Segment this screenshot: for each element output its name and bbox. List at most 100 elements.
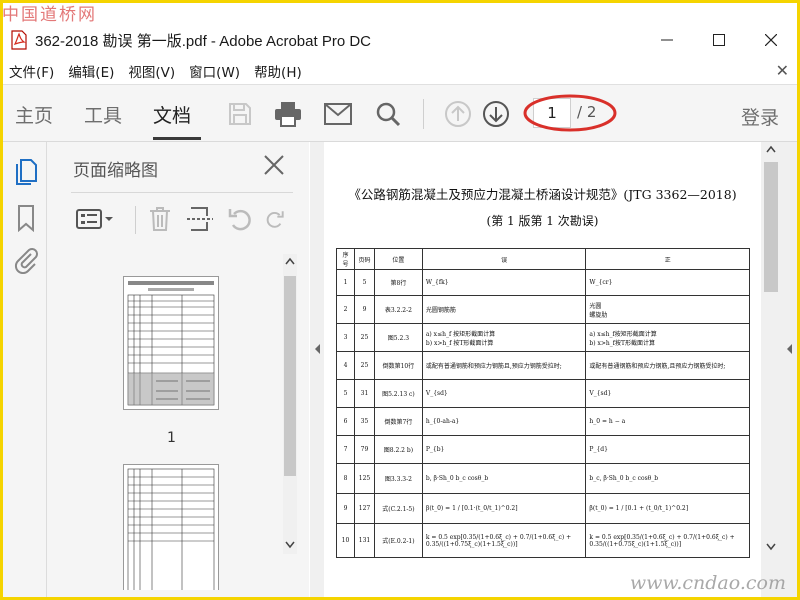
menu-bar: 文件(F) 编辑(E) 视图(V) 窗口(W) 帮助(H) ✕ xyxy=(3,58,797,84)
table-row: 7 79 图8.2.2 b) P_{b} P_{d} xyxy=(336,435,750,464)
row-wrong: b, β·Sh_0 b_c cosθ_b xyxy=(421,463,587,494)
chevron-left-icon xyxy=(787,344,792,354)
rotate-right-button[interactable] xyxy=(265,204,285,234)
row-location: 图5.2.3 xyxy=(373,323,423,352)
tab-tools[interactable]: 工具 xyxy=(84,101,122,128)
close-pane-icon[interactable] xyxy=(261,152,287,178)
row-wrong: k = 0.5 exp[0.35/(1+0.6ξ_c) + 0.7/(1+0.6… xyxy=(421,523,587,558)
thumbnail-options-button[interactable] xyxy=(75,204,115,234)
header-page: 页码 xyxy=(353,248,375,270)
close-window-button[interactable] xyxy=(745,22,797,58)
row-index: 5 xyxy=(336,379,355,408)
row-correct: h_0 = h − a xyxy=(585,407,750,436)
table-header-row: 序号 页码 位置 误 正 xyxy=(336,248,750,270)
row-correct: W_{cr} xyxy=(585,269,750,296)
document-view: 《公路钢筋混凝土及预应力混凝土桥涵设计规范》(JTG 3362—2018) (第… xyxy=(324,142,761,597)
document-subtitle: (第 1 版第 1 次勘误) xyxy=(486,214,599,228)
row-index: 4 xyxy=(336,351,355,380)
menu-edit[interactable]: 编辑(E) xyxy=(62,61,122,81)
maximize-button[interactable] xyxy=(693,22,745,58)
row-location: 第8行 xyxy=(373,269,423,296)
menu-view[interactable]: 视图(V) xyxy=(122,61,183,81)
row-page: 25 xyxy=(353,351,375,380)
save-button[interactable] xyxy=(223,97,257,131)
row-location: 表3.2.2-2 xyxy=(373,295,423,324)
thumbnail-scrollbar[interactable] xyxy=(283,254,297,554)
collapse-right-pane-button[interactable] xyxy=(781,142,797,597)
minimize-button[interactable] xyxy=(641,22,693,58)
row-wrong: P_{b} xyxy=(421,435,587,464)
row-wrong: 光圆钢筋筋 xyxy=(421,295,587,324)
row-page: 5 xyxy=(353,269,375,296)
toolbar-separator xyxy=(423,99,424,129)
row-page: 35 xyxy=(353,407,375,436)
collapse-left-pane-button[interactable] xyxy=(310,142,324,597)
row-page: 25 xyxy=(353,323,375,352)
page-thumbnails-icon[interactable] xyxy=(13,158,39,186)
attachment-icon[interactable] xyxy=(13,246,39,274)
row-location: 倒数第7行 xyxy=(373,407,423,436)
bookmark-icon[interactable] xyxy=(13,204,39,232)
pdf-file-icon xyxy=(11,30,27,50)
print-button[interactable] xyxy=(271,97,305,131)
chevron-left-icon xyxy=(315,344,320,354)
watermark-bottom: www.cndao.com xyxy=(629,572,786,594)
row-index: 9 xyxy=(336,493,355,524)
next-page-button[interactable] xyxy=(479,97,513,131)
menu-window[interactable]: 窗口(W) xyxy=(183,61,248,81)
email-button[interactable] xyxy=(321,97,355,131)
toolbar-separator xyxy=(135,206,136,234)
rotate-left-icon xyxy=(228,209,251,231)
row-wrong: a) x≤h_f 按矩形截面计算 b) x>h_f 按T形截面计算 xyxy=(421,323,587,352)
tab-document[interactable]: 文档 xyxy=(153,101,191,128)
rotate-left-button[interactable] xyxy=(225,204,255,234)
menu-file[interactable]: 文件(F) xyxy=(3,61,62,81)
row-index: 2 xyxy=(336,295,355,324)
delete-pages-button[interactable] xyxy=(145,204,175,234)
row-index: 7 xyxy=(336,435,355,464)
errata-table: 序号 页码 位置 误 正 1 5 第8行 W_{fk} W_{cr} 2 9 表3.2.2-2… xyxy=(336,248,750,558)
menu-help[interactable]: 帮助(H) xyxy=(248,61,310,81)
errata-body: 1 5 第8行 W_{fk} W_{cr} 2 9 表3.2.2-2 光圆钢筋筋 光圆 螺旋肋 3 2… xyxy=(336,269,750,558)
minimize-icon xyxy=(661,39,673,41)
row-location: 式(E.0.2-1) xyxy=(373,523,423,558)
tab-home[interactable]: 主页 xyxy=(15,101,53,128)
row-correct: P_{d} xyxy=(585,435,750,464)
thumbnails-title: 页面缩略图 xyxy=(73,161,158,181)
extract-pages-button[interactable] xyxy=(185,204,215,234)
row-page: 9 xyxy=(353,295,375,324)
document-scrollbar[interactable] xyxy=(761,142,781,597)
title-bar: 362-2018 勘误 第一版.pdf - Adobe Acrobat Pro … xyxy=(3,22,797,58)
row-index: 1 xyxy=(336,269,355,296)
table-row: 3 25 图5.2.3 a) x≤h_f 按矩形截面计算 b) x>h_f 按T形截面… xyxy=(336,323,750,352)
row-page: 79 xyxy=(353,435,375,464)
row-location: 倒数第10行 xyxy=(373,351,423,380)
scrollbar-track xyxy=(764,145,778,551)
search-button[interactable] xyxy=(371,97,405,131)
navigation-rail xyxy=(3,142,47,597)
row-location: 式(C.2.1-5) xyxy=(373,493,423,524)
login-button[interactable]: 登录 xyxy=(741,103,779,130)
header-correct: 正 xyxy=(585,248,750,270)
maximize-icon xyxy=(713,34,725,46)
close-icon xyxy=(765,34,777,46)
table-row: 10 131 式(E.0.2-1) k = 0.5 exp[0.35/(1+0.6ξ_… xyxy=(336,523,750,558)
row-page: 127 xyxy=(353,493,375,524)
rotate-right-icon xyxy=(266,211,284,228)
page-thumbnail-1[interactable] xyxy=(123,276,219,410)
window-title: 362-2018 勘误 第一版.pdf - Adobe Acrobat Pro … xyxy=(35,32,371,50)
red-annotation-ellipse xyxy=(523,94,617,132)
row-wrong: V_{sd} xyxy=(421,379,587,408)
page-thumbnail-2[interactable] xyxy=(123,464,219,590)
row-correct: b_c, β·Sh_0 b_c cosθ_b xyxy=(585,463,750,494)
print-icon xyxy=(275,102,301,127)
row-correct: 或配有普通钢筋和预应力钢筋,且预应力钢筋受拉时; xyxy=(585,351,750,380)
row-location: 图8.2.2 b) xyxy=(373,435,423,464)
extract-pages-icon xyxy=(187,207,213,231)
arrow-down-circle-icon xyxy=(483,101,509,127)
close-document-icon[interactable]: ✕ xyxy=(776,61,789,80)
previous-page-button[interactable] xyxy=(441,97,475,131)
mail-icon xyxy=(324,103,352,125)
row-page: 31 xyxy=(353,379,375,408)
thumbnail-page-number: 1 xyxy=(167,430,176,446)
